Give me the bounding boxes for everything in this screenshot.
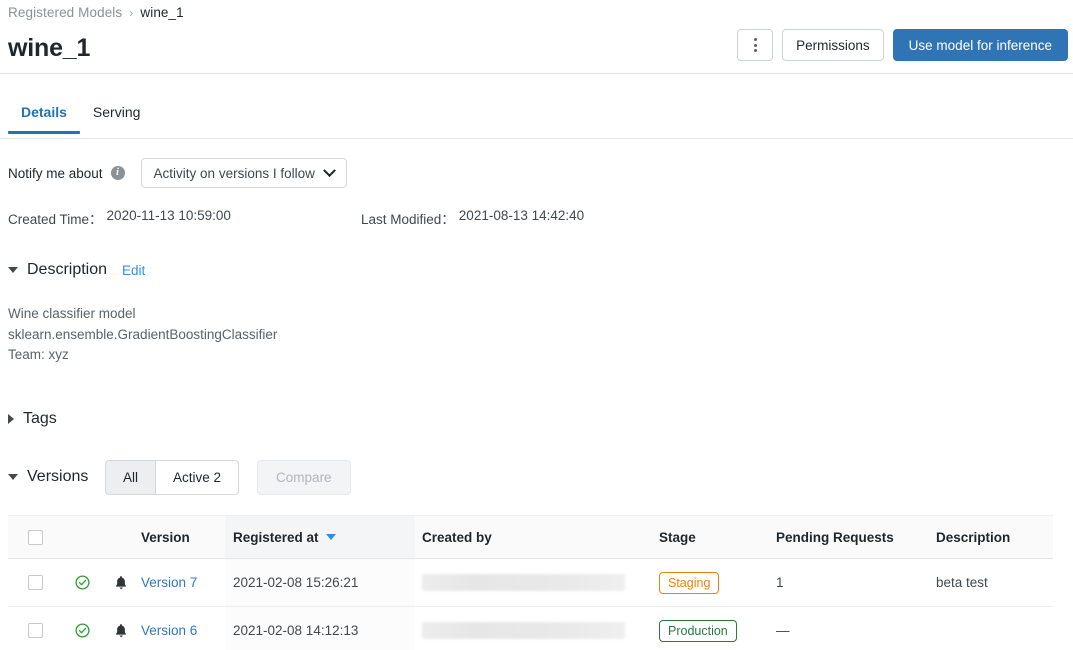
versions-section-header: Versions: [8, 468, 88, 486]
column-header-description[interactable]: Description: [933, 530, 1053, 545]
row-stage-cell: Staging: [655, 572, 773, 594]
column-header-stage[interactable]: Stage: [655, 530, 773, 545]
header-divider: [0, 73, 1073, 74]
row-pending-requests-cell: —: [773, 623, 933, 638]
row-checkbox[interactable]: [28, 623, 43, 638]
last-modified-label: Last Modified：: [361, 208, 455, 228]
versions-filter-all[interactable]: All: [105, 460, 156, 495]
description-line: Team: xyz: [8, 345, 277, 366]
model-details-page: Registered Models › wine_1 wine_1 Permis…: [0, 0, 1073, 650]
version-link[interactable]: Version 6: [141, 623, 197, 638]
versions-table: Version Registered at Created by Stage P…: [8, 515, 1053, 650]
description-body: Wine classifier model sklearn.ensemble.G…: [8, 304, 277, 366]
breadcrumb: Registered Models › wine_1: [8, 5, 184, 20]
breadcrumb-link-registered-models[interactable]: Registered Models: [8, 5, 122, 20]
redacted-value: [422, 574, 625, 591]
check-circle-icon: [75, 575, 90, 590]
permissions-button[interactable]: Permissions: [782, 29, 884, 61]
row-status-cell: [62, 623, 102, 638]
created-time: Created Time： 2020-11-13 10:59:00: [8, 208, 231, 228]
last-modified-value: 2021-08-13 14:42:40: [459, 208, 584, 228]
bell-icon: [114, 575, 128, 591]
versions-filter-group: All Active 2: [105, 460, 239, 495]
row-created-by-cell: [415, 574, 655, 591]
row-stage-cell: Production: [655, 620, 773, 642]
status-badge: Production: [659, 620, 737, 642]
page-header: wine_1 Permissions Use model for inferen…: [0, 28, 1073, 74]
created-time-value: 2020-11-13 10:59:00: [107, 208, 231, 228]
tags-section-header[interactable]: Tags: [8, 410, 57, 428]
notify-label: Notify me about: [8, 166, 103, 181]
column-header-created-by[interactable]: Created by: [415, 530, 655, 545]
tags-heading: Tags: [23, 410, 57, 428]
versions-filter-active[interactable]: Active 2: [156, 460, 239, 495]
status-badge: Staging: [659, 572, 719, 594]
row-registered-at-cell: 2021-02-08 14:12:13: [225, 607, 415, 650]
last-modified: Last Modified： 2021-08-13 14:42:40: [361, 208, 584, 228]
column-header-registered-at-label: Registered at: [233, 530, 319, 545]
info-icon[interactable]: i: [111, 166, 125, 180]
kebab-menu-icon: [754, 38, 757, 52]
sort-descending-icon: [326, 534, 336, 540]
tab-serving[interactable]: Serving: [80, 103, 153, 133]
version-link[interactable]: Version 7: [141, 575, 197, 590]
bell-icon: [114, 623, 128, 639]
header-actions: Permissions Use model for inference: [737, 29, 1068, 61]
notify-dropdown[interactable]: Activity on versions I follow: [141, 158, 347, 188]
row-select-cell: [8, 623, 62, 638]
description-heading: Description: [27, 261, 107, 279]
row-select-cell: [8, 575, 62, 590]
caret-right-icon-tags[interactable]: [8, 414, 14, 424]
row-registered-at-cell: 2021-02-08 15:26:21: [225, 559, 415, 606]
row-pending-requests-cell: 1: [773, 575, 933, 590]
use-model-for-inference-button[interactable]: Use model for inference: [893, 29, 1068, 61]
versions-table-header: Version Registered at Created by Stage P…: [8, 515, 1053, 559]
description-line: sklearn.ensemble.GradientBoostingClassif…: [8, 325, 277, 346]
tab-bar-divider: [0, 138, 1073, 139]
created-time-label: Created Time：: [8, 208, 103, 228]
overflow-menu-button[interactable]: [737, 29, 773, 61]
edit-description-link[interactable]: Edit: [122, 263, 145, 278]
breadcrumb-current: wine_1: [140, 5, 183, 20]
compare-button[interactable]: Compare: [257, 460, 351, 495]
row-created-by-cell: [415, 622, 655, 639]
check-circle-icon: [75, 623, 90, 638]
versions-controls: All Active 2 Compare: [105, 460, 351, 495]
versions-heading: Versions: [27, 468, 88, 486]
caret-down-icon-versions[interactable]: [8, 474, 18, 480]
table-row[interactable]: Version 7 2021-02-08 15:26:21 Staging 1 …: [8, 559, 1053, 607]
column-header-pending-requests[interactable]: Pending Requests: [773, 530, 933, 545]
tab-bar: Details Serving: [8, 103, 153, 133]
tab-details[interactable]: Details: [8, 103, 80, 133]
description-line: Wine classifier model: [8, 304, 277, 325]
caret-down-icon-description[interactable]: [8, 267, 18, 273]
notify-dropdown-value: Activity on versions I follow: [154, 166, 315, 181]
redacted-value: [422, 622, 625, 639]
select-all-cell: [8, 530, 62, 545]
row-version-cell: Version 6: [140, 623, 225, 638]
notify-settings-row: Notify me about i Activity on versions I…: [8, 158, 347, 188]
breadcrumb-separator-icon: ›: [129, 6, 133, 20]
row-notify-cell[interactable]: [102, 623, 140, 639]
page-title: wine_1: [8, 28, 90, 68]
column-header-version[interactable]: Version: [140, 530, 225, 545]
column-header-registered-at[interactable]: Registered at: [225, 516, 415, 558]
description-section-header: Description Edit: [8, 261, 145, 279]
row-status-cell: [62, 575, 102, 590]
row-notify-cell[interactable]: [102, 575, 140, 591]
row-version-cell: Version 7: [140, 575, 225, 590]
select-all-checkbox[interactable]: [28, 530, 43, 545]
row-description-cell: beta test: [933, 575, 1053, 590]
row-checkbox[interactable]: [28, 575, 43, 590]
table-row[interactable]: Version 6 2021-02-08 14:12:13 Production…: [8, 607, 1053, 650]
chevron-down-icon: [323, 164, 336, 177]
